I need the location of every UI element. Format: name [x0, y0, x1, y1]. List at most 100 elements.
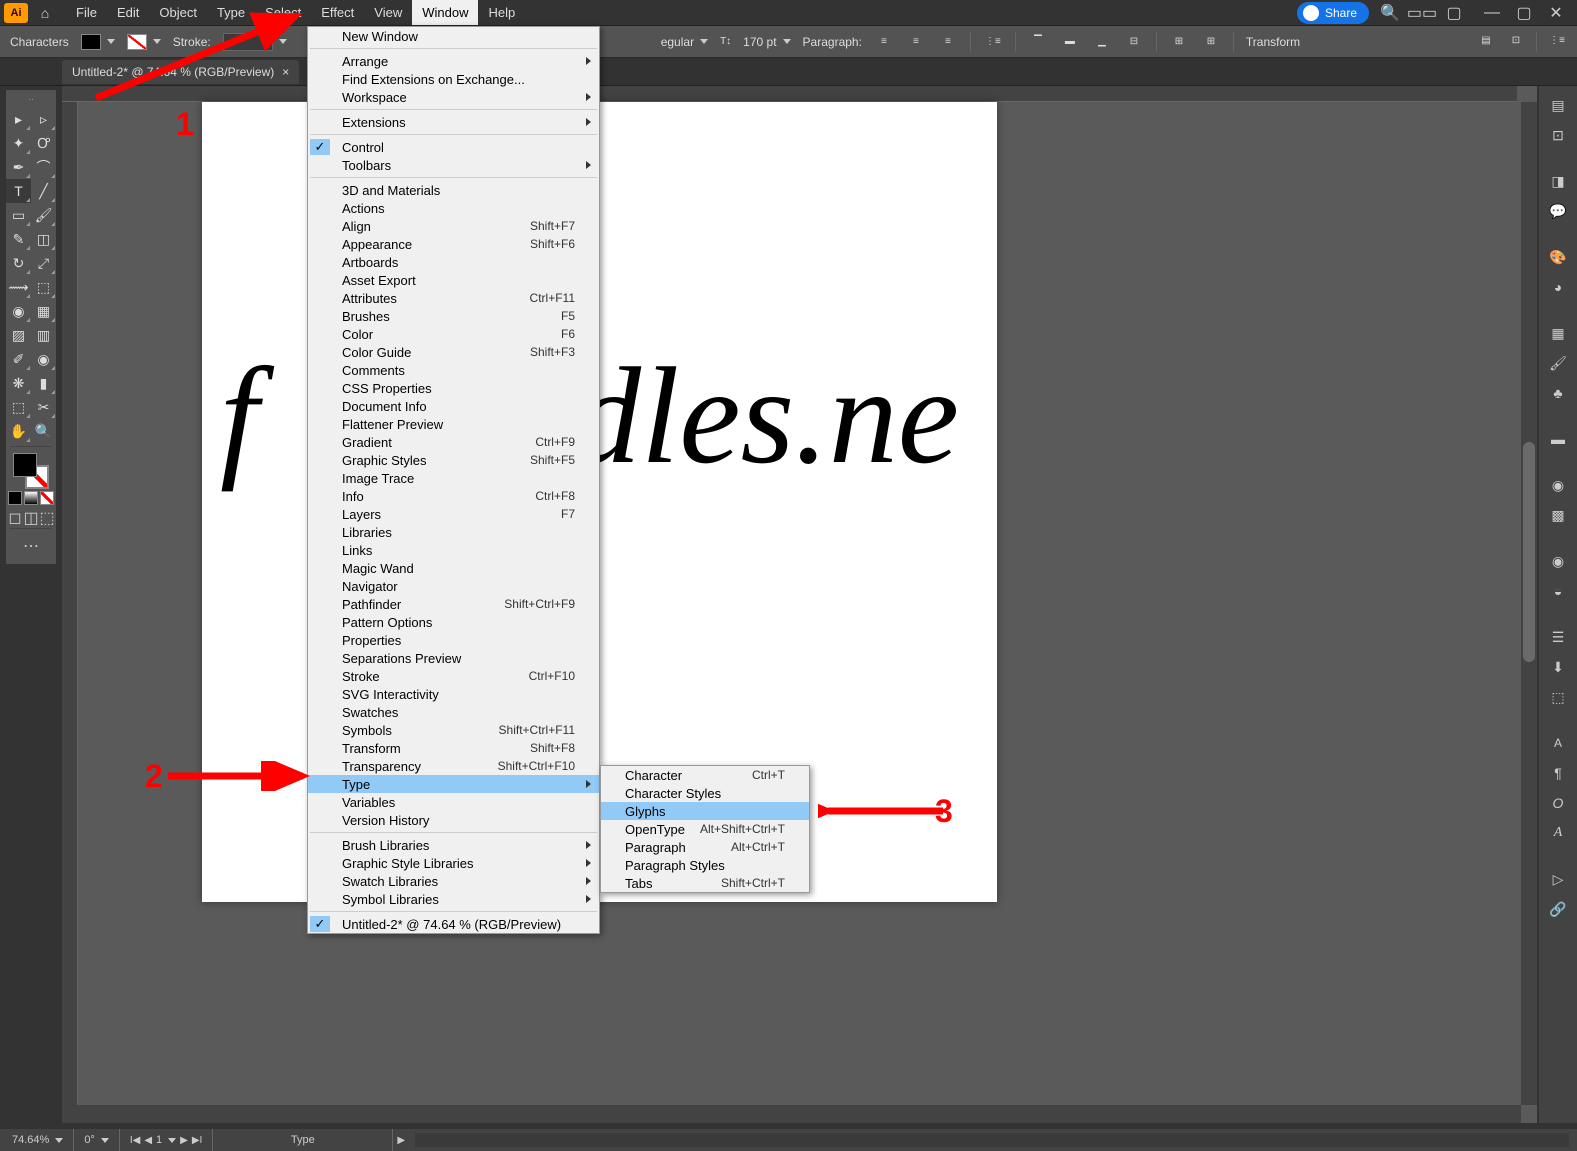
menu-help[interactable]: Help [478, 0, 525, 25]
line-tool[interactable]: ╱ [31, 179, 56, 203]
panel-brushes[interactable]: 🖌 [1543, 350, 1573, 376]
settings-icon[interactable]: ⋮≡ [1547, 32, 1567, 50]
home-icon[interactable]: ⌂ [34, 2, 56, 24]
menu-item-type[interactable]: Type [308, 775, 599, 793]
submenu-item-opentype[interactable]: OpenTypeAlt+Shift+Ctrl+T [601, 820, 809, 838]
hand-tool[interactable]: ✋ [6, 419, 31, 443]
menu-item-info[interactable]: InfoCtrl+F8 [308, 487, 599, 505]
menu-item-gradient[interactable]: GradientCtrl+F9 [308, 433, 599, 451]
menu-item-transform[interactable]: TransformShift+F8 [308, 739, 599, 757]
menu-item-document-info[interactable]: Document Info [308, 397, 599, 415]
color-mode-gradient[interactable] [24, 491, 38, 505]
menu-item-swatches[interactable]: Swatches [308, 703, 599, 721]
draw-inside[interactable]: ⬚ [40, 511, 54, 525]
align-right-icon[interactable]: ≡ [938, 33, 958, 51]
share-button[interactable]: Share [1297, 2, 1369, 24]
blend-tool[interactable]: ◉ [31, 347, 56, 371]
panel-glyphs[interactable]: A [1543, 820, 1573, 846]
scale-tool[interactable]: ⤢ [31, 251, 56, 275]
panel-color[interactable]: 🎨 [1543, 244, 1573, 270]
menu-item-artboards[interactable]: Artboards [308, 253, 599, 271]
menu-item-layers[interactable]: LayersF7 [308, 505, 599, 523]
panel-colorguide[interactable]: ◕ [1543, 274, 1573, 300]
submenu-item-character-styles[interactable]: Character Styles [601, 784, 809, 802]
eyedropper-tool[interactable]: ✐ [6, 347, 31, 371]
menu-item-stroke[interactable]: StrokeCtrl+F10 [308, 667, 599, 685]
menu-item-navigator[interactable]: Navigator [308, 577, 599, 595]
status-tool[interactable]: Type [213, 1129, 393, 1151]
menu-item-actions[interactable]: Actions [308, 199, 599, 217]
panel-asset[interactable]: ⬇ [1543, 654, 1573, 680]
maximize-icon[interactable]: ▢ [1513, 2, 1535, 24]
menu-item-flattener-preview[interactable]: Flattener Preview [308, 415, 599, 433]
menu-item-brushes[interactable]: BrushesF5 [308, 307, 599, 325]
menu-item-workspace[interactable]: Workspace [308, 88, 599, 106]
menu-item-graphic-style-libraries[interactable]: Graphic Style Libraries [308, 854, 599, 872]
minimize-icon[interactable]: — [1481, 2, 1503, 24]
align-left-icon[interactable]: ≡ [874, 33, 894, 51]
scrollbar-thumb[interactable] [1523, 442, 1535, 662]
gradient-tool[interactable]: ▥ [31, 323, 56, 347]
panel-opentype[interactable]: O [1543, 790, 1573, 816]
scrollbar-horizontal[interactable] [62, 1105, 1521, 1123]
align-top-icon[interactable]: ▔ [1028, 33, 1048, 51]
panel-appearance[interactable]: ◉ [1543, 548, 1573, 574]
color-mode-none[interactable] [40, 491, 54, 505]
menu-item-separations-preview[interactable]: Separations Preview [308, 649, 599, 667]
menu-item-version-history[interactable]: Version History [308, 811, 599, 829]
panel-symbols[interactable]: ♣ [1543, 380, 1573, 406]
menu-item-svg-interactivity[interactable]: SVG Interactivity [308, 685, 599, 703]
type-tool[interactable]: T [6, 179, 31, 203]
panel-stroke[interactable]: ▬ [1543, 426, 1573, 452]
panel-links[interactable]: 🔗 [1543, 896, 1573, 922]
fill-color[interactable] [13, 453, 37, 477]
panel-properties[interactable]: ▤ [1543, 92, 1573, 118]
panel-swatches[interactable]: ▦ [1543, 320, 1573, 346]
menu-item-find-extensions-on-exchange-[interactable]: Find Extensions on Exchange... [308, 70, 599, 88]
distribute-v-icon[interactable]: ⊟ [1124, 33, 1144, 51]
panel-paragraph[interactable]: ¶ [1543, 760, 1573, 786]
shape-builder-tool[interactable]: ◉ [6, 299, 31, 323]
panel-comments[interactable]: 💬 [1543, 198, 1573, 224]
zoom-tool[interactable]: 🔍 [31, 419, 56, 443]
menu-item-brush-libraries[interactable]: Brush Libraries [308, 836, 599, 854]
menu-item-toolbars[interactable]: Toolbars [308, 156, 599, 174]
paintbrush-tool[interactable]: 🖌 [31, 203, 56, 227]
symbol-sprayer-tool[interactable]: ❋ [6, 371, 31, 395]
selection-tool[interactable]: ▸ [6, 107, 31, 131]
column-graph-tool[interactable]: ▮ [31, 371, 56, 395]
menu-item-links[interactable]: Links [308, 541, 599, 559]
align-middle-icon[interactable]: ▬ [1060, 33, 1080, 51]
shaper-tool[interactable]: ✎ [6, 227, 31, 251]
color-mode-solid[interactable] [8, 491, 22, 505]
submenu-item-paragraph[interactable]: ParagraphAlt+Ctrl+T [601, 838, 809, 856]
edit-toolbar[interactable]: ⋯ [6, 532, 56, 560]
workspace-switcher-icon[interactable]: ▢ [1443, 2, 1465, 24]
bullet-list-icon[interactable]: ⋮≡ [983, 33, 1003, 51]
panel-layers[interactable]: ☰ [1543, 624, 1573, 650]
panel-artboards[interactable]: ⬚ [1543, 684, 1573, 710]
menu-item-pathfinder[interactable]: PathfinderShift+Ctrl+F9 [308, 595, 599, 613]
perspective-tool[interactable]: ▦ [31, 299, 56, 323]
panel-expand[interactable]: ◨ [1543, 168, 1573, 194]
menu-item-color[interactable]: ColorF6 [308, 325, 599, 343]
menu-item-libraries[interactable]: Libraries [308, 523, 599, 541]
submenu-item-tabs[interactable]: TabsShift+Ctrl+T [601, 874, 809, 892]
panel-libraries[interactable]: ⊡ [1543, 122, 1573, 148]
panel-transparency[interactable]: ▩ [1543, 502, 1573, 528]
fill-stroke-block[interactable] [13, 453, 49, 489]
menu-item-css-properties[interactable]: CSS Properties [308, 379, 599, 397]
submenu-item-character[interactable]: CharacterCtrl+T [601, 766, 809, 784]
scrollbar-vertical[interactable] [1521, 102, 1537, 1105]
align-bottom-icon[interactable]: ▁ [1092, 33, 1112, 51]
distribute-h-icon[interactable]: ⊞ [1169, 33, 1189, 51]
menu-item-extensions[interactable]: Extensions [308, 113, 599, 131]
menu-item-pattern-options[interactable]: Pattern Options [308, 613, 599, 631]
status-scroll[interactable] [415, 1133, 1569, 1147]
panel-actions[interactable]: ▷ [1543, 866, 1573, 892]
menu-item-3d-and-materials[interactable]: 3D and Materials [308, 181, 599, 199]
isolate-icon[interactable]: ▤ [1476, 32, 1496, 50]
panel-graphicstyles[interactable]: ◒ [1543, 578, 1573, 604]
artboard-nav[interactable]: I◀◀ 1 ▶▶I [120, 1129, 213, 1151]
font-style-control[interactable]: egular [661, 35, 708, 49]
